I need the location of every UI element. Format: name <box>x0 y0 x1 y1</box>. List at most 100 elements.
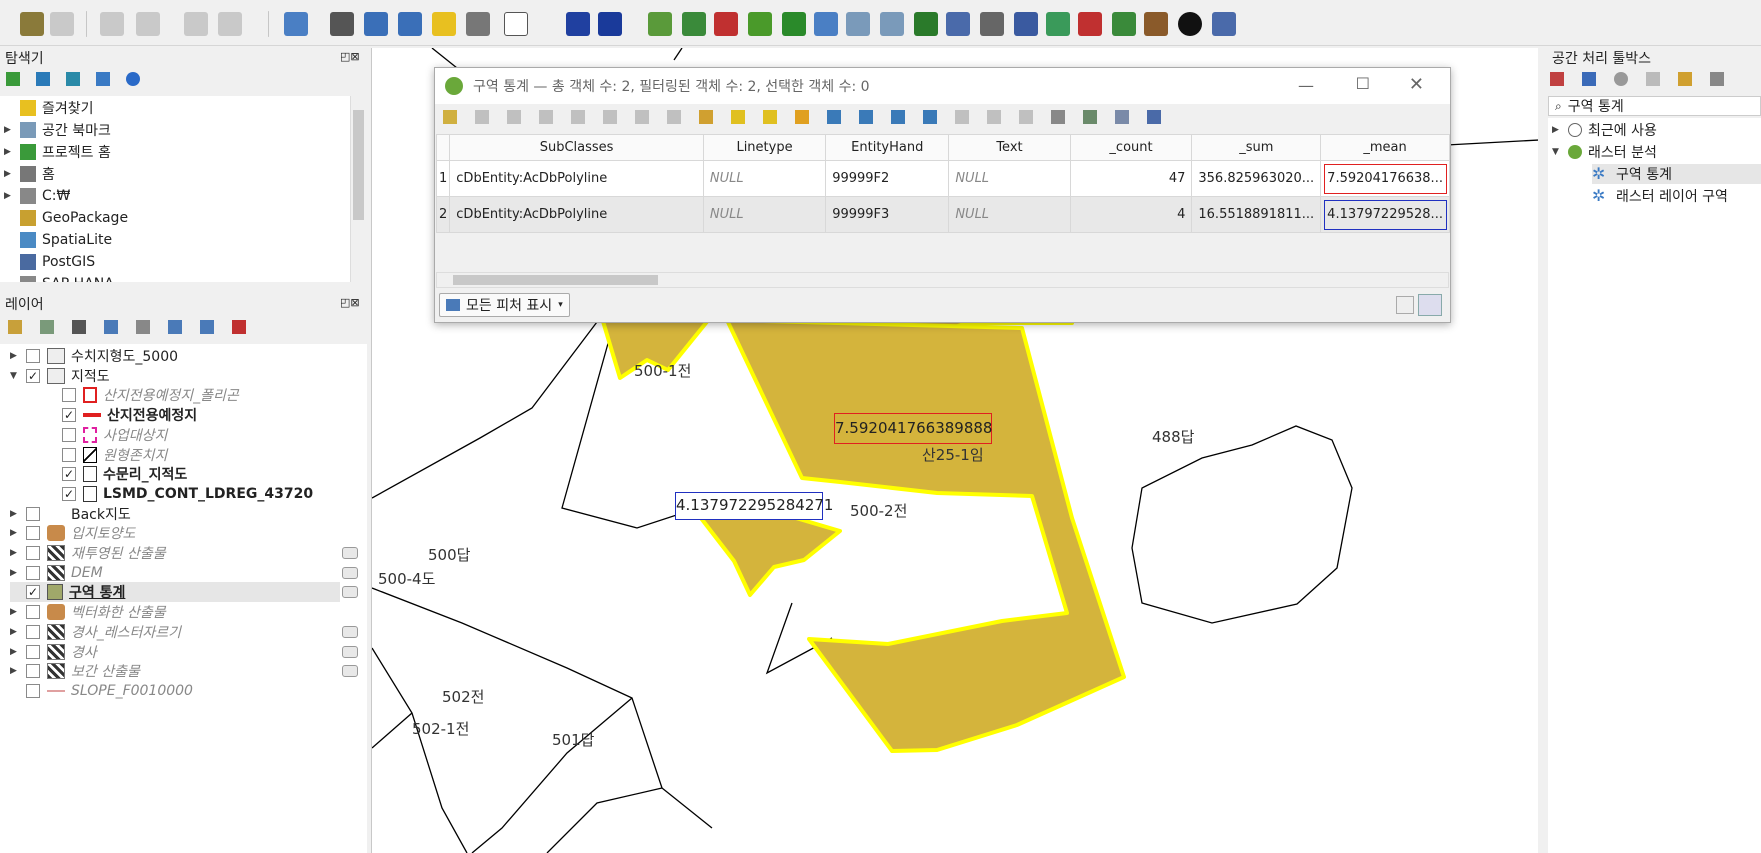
expand-arrow-icon[interactable]: ▶ <box>10 509 20 519</box>
select-expression-icon[interactable] <box>699 110 713 124</box>
layer-checkbox[interactable]: ✓ <box>62 408 76 423</box>
table-cell[interactable]: cDbEntity:AcDbPolyline <box>449 160 704 197</box>
house-icon[interactable] <box>1144 12 1168 36</box>
layer-item[interactable]: ✓ 산지전용예정지 <box>46 405 367 425</box>
field-calc-icon[interactable] <box>1019 110 1033 124</box>
star-icon[interactable] <box>432 12 456 36</box>
table-cell[interactable]: 47 <box>1069 160 1193 197</box>
layer-item[interactable]: 사업대상지 <box>46 425 367 445</box>
toolbox-item-recent[interactable]: ▶ 최근에 사용 <box>1552 120 1657 140</box>
zoom-icon[interactable] <box>923 110 937 124</box>
layer-item[interactable]: ▶ 벡터화한 산출물 <box>10 602 340 622</box>
layer-checkbox[interactable] <box>62 427 76 442</box>
layer-checkbox[interactable]: ✓ <box>62 486 76 501</box>
table-grid-icon[interactable] <box>814 12 838 36</box>
toolbox-search-input[interactable]: ⌕ 구역 통계 <box>1548 96 1761 116</box>
show-all-features-button[interactable]: 모든 피처 표시 ▾ <box>439 293 570 317</box>
filter-icon[interactable] <box>827 110 841 124</box>
edit-features-icon[interactable] <box>1678 72 1692 86</box>
form-view-icon[interactable] <box>1396 296 1414 314</box>
maximize-icon[interactable]: ☐ <box>1356 74 1370 93</box>
explorer-scrollbar[interactable] <box>350 96 366 282</box>
stats-icon[interactable] <box>1014 12 1038 36</box>
flo-icon[interactable] <box>566 12 590 36</box>
layer-options-icon[interactable] <box>342 625 358 638</box>
globe-search-icon[interactable] <box>682 12 706 36</box>
history-icon[interactable] <box>1614 72 1628 86</box>
expand-icon[interactable] <box>168 320 182 334</box>
layer-item[interactable]: 산지전용예정지_폴리곤 <box>46 385 367 405</box>
table-cell[interactable]: 99999F2 <box>825 160 950 197</box>
add-node-icon[interactable] <box>398 12 422 36</box>
style-icon[interactable] <box>8 320 22 334</box>
layer-item[interactable]: ▶ 경사 <box>10 642 340 662</box>
expand-arrow-icon[interactable]: ▶ <box>10 647 20 657</box>
globe-green-icon[interactable] <box>748 12 772 36</box>
column-header[interactable]: EntityHand <box>825 134 950 161</box>
table-cell[interactable]: cDbEntity:AcDbPolyline <box>449 196 704 233</box>
minimize-icon[interactable]: — <box>1298 76 1314 95</box>
explorer-item[interactable]: 즐겨찾기 <box>4 98 94 118</box>
split-icon[interactable] <box>218 12 242 36</box>
expand-arrow-icon[interactable]: ▶ <box>10 568 20 578</box>
table-cell[interactable]: 4 <box>1069 196 1193 233</box>
text-annotation-icon[interactable] <box>466 12 490 36</box>
expand-arrow-icon[interactable]: ▶ <box>4 169 14 179</box>
refresh-icon[interactable] <box>36 72 50 86</box>
layer-checkbox[interactable]: ✓ <box>26 585 40 600</box>
panel-close-icon[interactable]: ◰⊠ <box>340 50 360 63</box>
table-cell[interactable]: 356.825963020... <box>1191 160 1322 197</box>
layer-item[interactable]: ▶ 입지토양도 <box>10 523 340 543</box>
panel-close-icon[interactable]: ◰⊠ <box>340 296 360 309</box>
remove-layer-icon[interactable] <box>232 320 246 334</box>
add-icon[interactable] <box>6 72 20 86</box>
add-feature-icon[interactable] <box>571 110 585 124</box>
expand-arrow-icon[interactable]: ▶ <box>4 147 14 157</box>
column-header[interactable]: Text <box>948 134 1071 161</box>
select-cursor-icon[interactable] <box>330 12 354 36</box>
expand-arrow-icon[interactable]: ▶ <box>4 125 14 135</box>
toolbox-item-zonal-statistics[interactable]: ✲ 구역 통계 <box>1592 164 1761 184</box>
layer-item[interactable]: ▶ 경사_레스터자르기 <box>10 622 340 642</box>
layer-checkbox[interactable]: ✓ <box>26 368 40 383</box>
table-cell[interactable]: NULL <box>948 160 1071 197</box>
expand-arrow-icon[interactable]: ▶ <box>10 548 20 558</box>
explorer-item[interactable]: ▶ 공간 북마크 <box>4 120 111 140</box>
column-header[interactable]: _mean <box>1320 134 1450 161</box>
layer-item[interactable]: ✓ LSMD_CONT_LDREG_43720 <box>46 484 367 504</box>
expression-icon[interactable] <box>136 320 150 334</box>
table-view-icon[interactable] <box>1418 294 1442 316</box>
results-icon[interactable] <box>1646 72 1660 86</box>
settings-icon[interactable] <box>1710 72 1724 86</box>
deselect-icon[interactable] <box>795 110 809 124</box>
table-cell[interactable]: 7.59204176638... <box>1320 160 1450 197</box>
layer-options-icon[interactable] <box>342 645 358 658</box>
layer-checkbox[interactable] <box>26 683 40 698</box>
column-header[interactable]: Linetype <box>702 134 827 161</box>
layer-checkbox[interactable] <box>26 605 40 620</box>
collapse-arrow-icon[interactable]: ▼ <box>1552 147 1562 157</box>
column-header[interactable]: _sum <box>1191 134 1322 161</box>
table-hscrollbar[interactable] <box>436 272 1449 288</box>
toggle-edit-icon[interactable] <box>443 110 457 124</box>
node-icon[interactable] <box>136 12 160 36</box>
hscroll-thumb[interactable] <box>453 275 658 285</box>
row-id[interactable]: 2 <box>435 196 451 233</box>
new-field-icon[interactable] <box>955 110 969 124</box>
layer-item[interactable]: ▼ ✓ 지적도 <box>10 366 340 386</box>
merge-icon[interactable] <box>184 12 208 36</box>
layer-checkbox[interactable] <box>26 664 40 679</box>
cross-section-icon[interactable] <box>880 12 904 36</box>
layer-checkbox[interactable] <box>26 506 40 521</box>
flo2d-icon[interactable] <box>598 12 622 36</box>
table-cell[interactable]: 16.5518891811... <box>1191 196 1322 233</box>
models-icon[interactable] <box>1550 72 1564 86</box>
help-icon[interactable] <box>1212 12 1236 36</box>
cut-icon[interactable] <box>635 110 649 124</box>
text-box-icon[interactable] <box>504 12 528 36</box>
pencil-icon[interactable] <box>100 12 124 36</box>
table-cell[interactable]: NULL <box>702 160 827 197</box>
edit-icon[interactable] <box>50 12 74 36</box>
search-icon[interactable] <box>1147 110 1161 124</box>
table-row[interactable]: 1 cDbEntity:AcDbPolyline NULL 99999F2 NU… <box>435 160 1450 197</box>
